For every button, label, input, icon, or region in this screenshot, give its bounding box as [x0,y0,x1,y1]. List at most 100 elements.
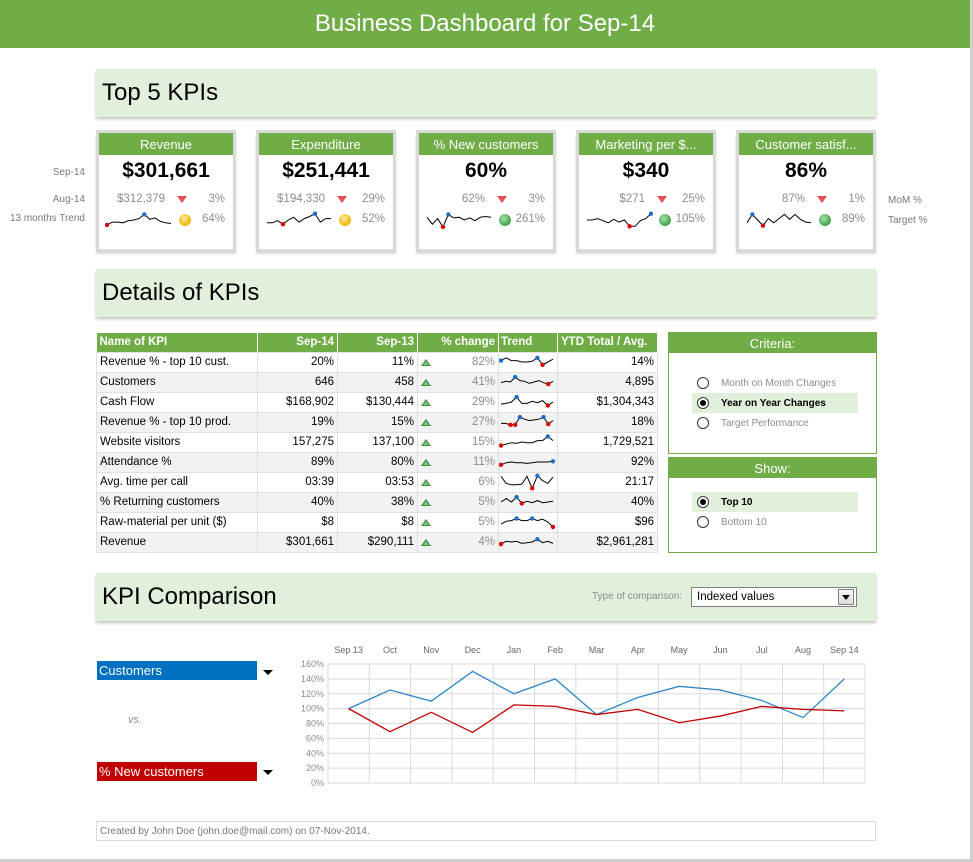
table-row[interactable]: Raw-material per unit ($) $8 $8 5% $96 [96,511,658,533]
radio-option[interactable]: Month on Month Changes [692,373,858,393]
radio-option[interactable]: Top 10 [692,492,858,512]
table-row[interactable]: Customers 646 458 41% 4,895 [96,371,658,393]
column-header-current[interactable]: Sep-14 [257,333,338,352]
kpi-previous-value: $194,330 [277,193,325,205]
dropdown-arrow-icon[interactable] [838,589,854,605]
kpi-current-cell: 20% [257,351,338,373]
column-header-change[interactable]: % change [417,333,499,352]
radio-button-icon[interactable] [697,417,709,429]
down-triangle-icon [497,196,507,203]
chart-x-tick-label: Sep 14 [830,645,859,655]
sparkline-path [500,376,554,385]
radio-button-icon[interactable] [697,377,709,389]
kpi-previous-value: $271 [619,193,645,205]
series-b-dropdown-caret-icon[interactable] [263,770,273,775]
kpi-name-cell: Customers [96,371,258,393]
chart-x-tick-label: Oct [383,645,398,655]
kpi-mom-change: 25% [681,193,705,205]
kpi-change-value: 5% [478,516,495,528]
table-header-row: Name of KPI Sep-14 Sep-13 % change Trend… [96,333,658,352]
sparkline-high-point [142,212,147,217]
kpi-current-value: $251,441 [282,159,370,182]
kpi-ytd-cell: 18% [557,411,658,433]
radio-option[interactable]: Year on Year Changes [692,393,858,413]
kpi-trend-sparkline [746,212,812,228]
series-b-selector[interactable]: % New customers [97,762,257,781]
column-header-ytd[interactable]: YTD Total / Avg. [557,333,658,352]
down-triangle-icon [177,196,187,203]
up-triangle-icon [421,478,431,486]
kpi-previous-cell: 458 [337,371,418,393]
sparkline-path [426,213,492,229]
kpi-mom-change: 1% [848,193,865,205]
kpi-ytd-cell: 4,895 [557,371,658,393]
chart-x-tick-label: Feb [547,645,563,655]
table-row[interactable]: Avg. time per call 03:39 03:53 6% 21:17 [96,471,658,493]
kpi-change-cell: 11% [417,451,499,473]
criteria-panel-title: Criteria: [669,333,876,353]
chart-x-tick-label: Sep 13 [334,645,363,655]
radio-button-icon[interactable] [697,496,709,508]
table-trend-sparkline [499,355,554,367]
chart-x-tick-label: Jun [713,645,728,655]
table-trend-sparkline [499,537,554,547]
sparkline-high-point [514,516,519,521]
table-row[interactable]: Attendance % 89% 80% 11% 92% [96,451,658,473]
up-triangle-icon [421,518,431,526]
status-amber-circle-icon [339,214,351,226]
kpi-change-cell: 6% [417,471,499,493]
show-panel-title: Show: [669,458,876,478]
sparkline-high-point [541,414,546,420]
table-row[interactable]: Revenue % - top 10 prod. 19% 15% 27% 18% [96,411,658,433]
kpi-ytd-cell: 92% [557,451,658,473]
table-row[interactable]: % Returning customers 40% 38% 5% 40% [96,491,658,513]
radio-option[interactable]: Target Performance [692,413,858,433]
footer-credit: Created by John Doe (john.doe@mail.com) … [96,821,876,841]
up-triangle-icon [421,378,431,386]
kpi-name-cell: Revenue % - top 10 cust. [96,351,258,373]
kpi-trend-cell [498,391,558,413]
side-label-mom: MoM % [888,195,922,206]
kpi-current-value: 86% [784,159,828,182]
sparkline-low-point [545,403,550,408]
column-header-trend[interactable]: Trend [498,333,558,352]
sparkline-high-point [545,434,550,439]
kpi-trend-row: 52% [259,211,393,229]
kpi-previous-cell: 137,100 [337,431,418,453]
column-header-name[interactable]: Name of KPI [96,333,258,352]
status-green-circle-icon [659,214,671,226]
chart-y-tick-label: 160% [301,659,324,669]
kpi-change-value: 41% [471,376,495,388]
radio-button-icon[interactable] [697,516,709,528]
table-row[interactable]: Revenue $301,661 $290,111 4% $2,961,281 [96,531,658,553]
kpi-current-value: $340 [622,159,670,182]
sparkline-path [500,435,554,446]
kpi-current-cell: 157,275 [257,431,338,453]
kpi-change-value: 15% [471,436,495,448]
sparkline-low-point [105,222,110,228]
sparkline-high-point [312,211,318,216]
comparison-type-dropdown[interactable]: Indexed values [691,587,857,607]
chart-x-tick-label: Mar [589,645,605,655]
column-header-previous[interactable]: Sep-13 [337,333,418,352]
kpi-target-pct: 89% [841,213,865,225]
kpi-card: % New customers 60% 62% 3% 261% [416,130,556,252]
series-a-dropdown-caret-icon[interactable] [263,670,273,675]
kpi-previous-cell: 38% [337,491,418,513]
dashboard-title: Business Dashboard for Sep-14 [0,0,970,48]
series-a-selector[interactable]: Customers [97,661,257,680]
sparkline-low-point [512,422,518,427]
kpi-trend-cell [498,411,558,433]
table-row[interactable]: Website visitors 157,275 137,100 15% 1,7… [96,431,658,453]
kpi-trend-cell [498,471,558,493]
table-row[interactable]: Cash Flow $168,902 $130,444 29% $1,304,3… [96,391,658,413]
radio-button-icon[interactable] [697,397,709,409]
kpi-ytd-cell: 40% [557,491,658,513]
sparkline-low-point [519,501,524,506]
kpi-trend-cell [498,511,558,533]
table-row[interactable]: Revenue % - top 10 cust. 20% 11% 82% 14% [96,351,658,373]
radio-option[interactable]: Bottom 10 [692,512,858,532]
sparkline-low-point [550,524,555,530]
show-panel: Show: Top 10 Bottom 10 [668,457,877,553]
kpi-trend-sparkline [267,211,331,227]
